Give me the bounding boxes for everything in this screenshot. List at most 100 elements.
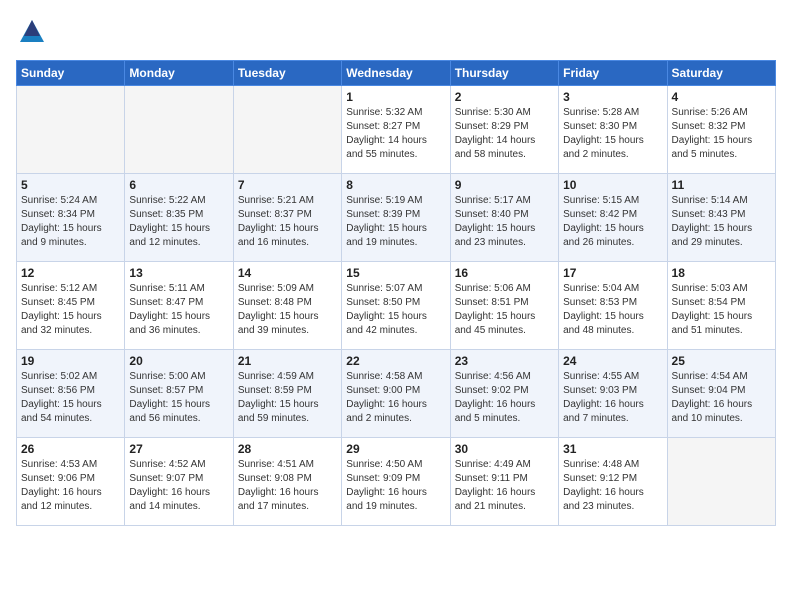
day-info: Sunrise: 5:32 AMSunset: 8:27 PMDaylight:…	[346, 106, 445, 162]
day-cell: 9 Sunrise: 5:17 AMSunset: 8:40 PMDayligh…	[450, 174, 558, 262]
day-info: Sunrise: 4:50 AMSunset: 9:09 PMDaylight:…	[346, 458, 445, 514]
day-number: 8	[346, 178, 445, 192]
day-number: 10	[563, 178, 662, 192]
weekday-header-wednesday: Wednesday	[342, 61, 450, 86]
day-info: Sunrise: 5:15 AMSunset: 8:42 PMDaylight:…	[563, 194, 662, 250]
day-number: 19	[21, 354, 120, 368]
day-cell: 7 Sunrise: 5:21 AMSunset: 8:37 PMDayligh…	[233, 174, 341, 262]
day-cell: 24 Sunrise: 4:55 AMSunset: 9:03 PMDaylig…	[559, 350, 667, 438]
day-number: 1	[346, 90, 445, 104]
day-cell: 19 Sunrise: 5:02 AMSunset: 8:56 PMDaylig…	[17, 350, 125, 438]
day-cell: 16 Sunrise: 5:06 AMSunset: 8:51 PMDaylig…	[450, 262, 558, 350]
day-info: Sunrise: 5:17 AMSunset: 8:40 PMDaylight:…	[455, 194, 554, 250]
day-number: 28	[238, 442, 337, 456]
day-info: Sunrise: 5:26 AMSunset: 8:32 PMDaylight:…	[672, 106, 771, 162]
logo-icon	[16, 16, 48, 48]
day-cell: 29 Sunrise: 4:50 AMSunset: 9:09 PMDaylig…	[342, 438, 450, 526]
day-number: 9	[455, 178, 554, 192]
day-info: Sunrise: 5:00 AMSunset: 8:57 PMDaylight:…	[129, 370, 228, 426]
day-info: Sunrise: 5:19 AMSunset: 8:39 PMDaylight:…	[346, 194, 445, 250]
day-number: 30	[455, 442, 554, 456]
day-number: 26	[21, 442, 120, 456]
logo	[16, 16, 52, 48]
day-info: Sunrise: 5:28 AMSunset: 8:30 PMDaylight:…	[563, 106, 662, 162]
day-number: 17	[563, 266, 662, 280]
day-number: 7	[238, 178, 337, 192]
week-row-1: 1 Sunrise: 5:32 AMSunset: 8:27 PMDayligh…	[17, 86, 776, 174]
day-info: Sunrise: 5:11 AMSunset: 8:47 PMDaylight:…	[129, 282, 228, 338]
day-number: 16	[455, 266, 554, 280]
day-info: Sunrise: 4:58 AMSunset: 9:00 PMDaylight:…	[346, 370, 445, 426]
day-info: Sunrise: 4:52 AMSunset: 9:07 PMDaylight:…	[129, 458, 228, 514]
day-cell: 28 Sunrise: 4:51 AMSunset: 9:08 PMDaylig…	[233, 438, 341, 526]
weekday-header-tuesday: Tuesday	[233, 61, 341, 86]
day-info: Sunrise: 5:09 AMSunset: 8:48 PMDaylight:…	[238, 282, 337, 338]
day-cell: 13 Sunrise: 5:11 AMSunset: 8:47 PMDaylig…	[125, 262, 233, 350]
day-cell: 30 Sunrise: 4:49 AMSunset: 9:11 PMDaylig…	[450, 438, 558, 526]
day-cell: 31 Sunrise: 4:48 AMSunset: 9:12 PMDaylig…	[559, 438, 667, 526]
day-cell	[667, 438, 775, 526]
day-cell: 3 Sunrise: 5:28 AMSunset: 8:30 PMDayligh…	[559, 86, 667, 174]
day-info: Sunrise: 5:30 AMSunset: 8:29 PMDaylight:…	[455, 106, 554, 162]
day-info: Sunrise: 5:04 AMSunset: 8:53 PMDaylight:…	[563, 282, 662, 338]
weekday-header-saturday: Saturday	[667, 61, 775, 86]
day-info: Sunrise: 5:14 AMSunset: 8:43 PMDaylight:…	[672, 194, 771, 250]
day-cell: 5 Sunrise: 5:24 AMSunset: 8:34 PMDayligh…	[17, 174, 125, 262]
day-info: Sunrise: 4:59 AMSunset: 8:59 PMDaylight:…	[238, 370, 337, 426]
day-info: Sunrise: 4:48 AMSunset: 9:12 PMDaylight:…	[563, 458, 662, 514]
day-cell: 11 Sunrise: 5:14 AMSunset: 8:43 PMDaylig…	[667, 174, 775, 262]
day-number: 20	[129, 354, 228, 368]
week-row-2: 5 Sunrise: 5:24 AMSunset: 8:34 PMDayligh…	[17, 174, 776, 262]
day-cell: 6 Sunrise: 5:22 AMSunset: 8:35 PMDayligh…	[125, 174, 233, 262]
day-number: 29	[346, 442, 445, 456]
day-info: Sunrise: 5:03 AMSunset: 8:54 PMDaylight:…	[672, 282, 771, 338]
day-cell: 4 Sunrise: 5:26 AMSunset: 8:32 PMDayligh…	[667, 86, 775, 174]
day-number: 25	[672, 354, 771, 368]
day-info: Sunrise: 4:55 AMSunset: 9:03 PMDaylight:…	[563, 370, 662, 426]
day-info: Sunrise: 5:02 AMSunset: 8:56 PMDaylight:…	[21, 370, 120, 426]
day-number: 5	[21, 178, 120, 192]
day-info: Sunrise: 5:21 AMSunset: 8:37 PMDaylight:…	[238, 194, 337, 250]
day-cell: 2 Sunrise: 5:30 AMSunset: 8:29 PMDayligh…	[450, 86, 558, 174]
day-info: Sunrise: 4:49 AMSunset: 9:11 PMDaylight:…	[455, 458, 554, 514]
day-cell: 27 Sunrise: 4:52 AMSunset: 9:07 PMDaylig…	[125, 438, 233, 526]
day-number: 4	[672, 90, 771, 104]
day-cell: 1 Sunrise: 5:32 AMSunset: 8:27 PMDayligh…	[342, 86, 450, 174]
day-info: Sunrise: 5:22 AMSunset: 8:35 PMDaylight:…	[129, 194, 228, 250]
day-number: 6	[129, 178, 228, 192]
day-number: 15	[346, 266, 445, 280]
day-cell: 15 Sunrise: 5:07 AMSunset: 8:50 PMDaylig…	[342, 262, 450, 350]
day-number: 14	[238, 266, 337, 280]
day-cell	[17, 86, 125, 174]
day-cell: 14 Sunrise: 5:09 AMSunset: 8:48 PMDaylig…	[233, 262, 341, 350]
day-info: Sunrise: 5:24 AMSunset: 8:34 PMDaylight:…	[21, 194, 120, 250]
day-number: 21	[238, 354, 337, 368]
weekday-header-friday: Friday	[559, 61, 667, 86]
day-cell: 21 Sunrise: 4:59 AMSunset: 8:59 PMDaylig…	[233, 350, 341, 438]
day-cell: 20 Sunrise: 5:00 AMSunset: 8:57 PMDaylig…	[125, 350, 233, 438]
day-number: 22	[346, 354, 445, 368]
day-number: 2	[455, 90, 554, 104]
day-cell: 18 Sunrise: 5:03 AMSunset: 8:54 PMDaylig…	[667, 262, 775, 350]
weekday-header-row: SundayMondayTuesdayWednesdayThursdayFrid…	[17, 61, 776, 86]
day-number: 3	[563, 90, 662, 104]
day-cell	[125, 86, 233, 174]
day-number: 23	[455, 354, 554, 368]
day-info: Sunrise: 5:12 AMSunset: 8:45 PMDaylight:…	[21, 282, 120, 338]
weekday-header-monday: Monday	[125, 61, 233, 86]
day-cell: 17 Sunrise: 5:04 AMSunset: 8:53 PMDaylig…	[559, 262, 667, 350]
day-info: Sunrise: 5:06 AMSunset: 8:51 PMDaylight:…	[455, 282, 554, 338]
day-cell: 26 Sunrise: 4:53 AMSunset: 9:06 PMDaylig…	[17, 438, 125, 526]
page: SundayMondayTuesdayWednesdayThursdayFrid…	[0, 0, 792, 536]
day-number: 27	[129, 442, 228, 456]
week-row-4: 19 Sunrise: 5:02 AMSunset: 8:56 PMDaylig…	[17, 350, 776, 438]
day-cell: 8 Sunrise: 5:19 AMSunset: 8:39 PMDayligh…	[342, 174, 450, 262]
day-number: 31	[563, 442, 662, 456]
day-cell	[233, 86, 341, 174]
weekday-header-sunday: Sunday	[17, 61, 125, 86]
day-cell: 22 Sunrise: 4:58 AMSunset: 9:00 PMDaylig…	[342, 350, 450, 438]
day-number: 12	[21, 266, 120, 280]
day-cell: 25 Sunrise: 4:54 AMSunset: 9:04 PMDaylig…	[667, 350, 775, 438]
day-info: Sunrise: 4:56 AMSunset: 9:02 PMDaylight:…	[455, 370, 554, 426]
weekday-header-thursday: Thursday	[450, 61, 558, 86]
